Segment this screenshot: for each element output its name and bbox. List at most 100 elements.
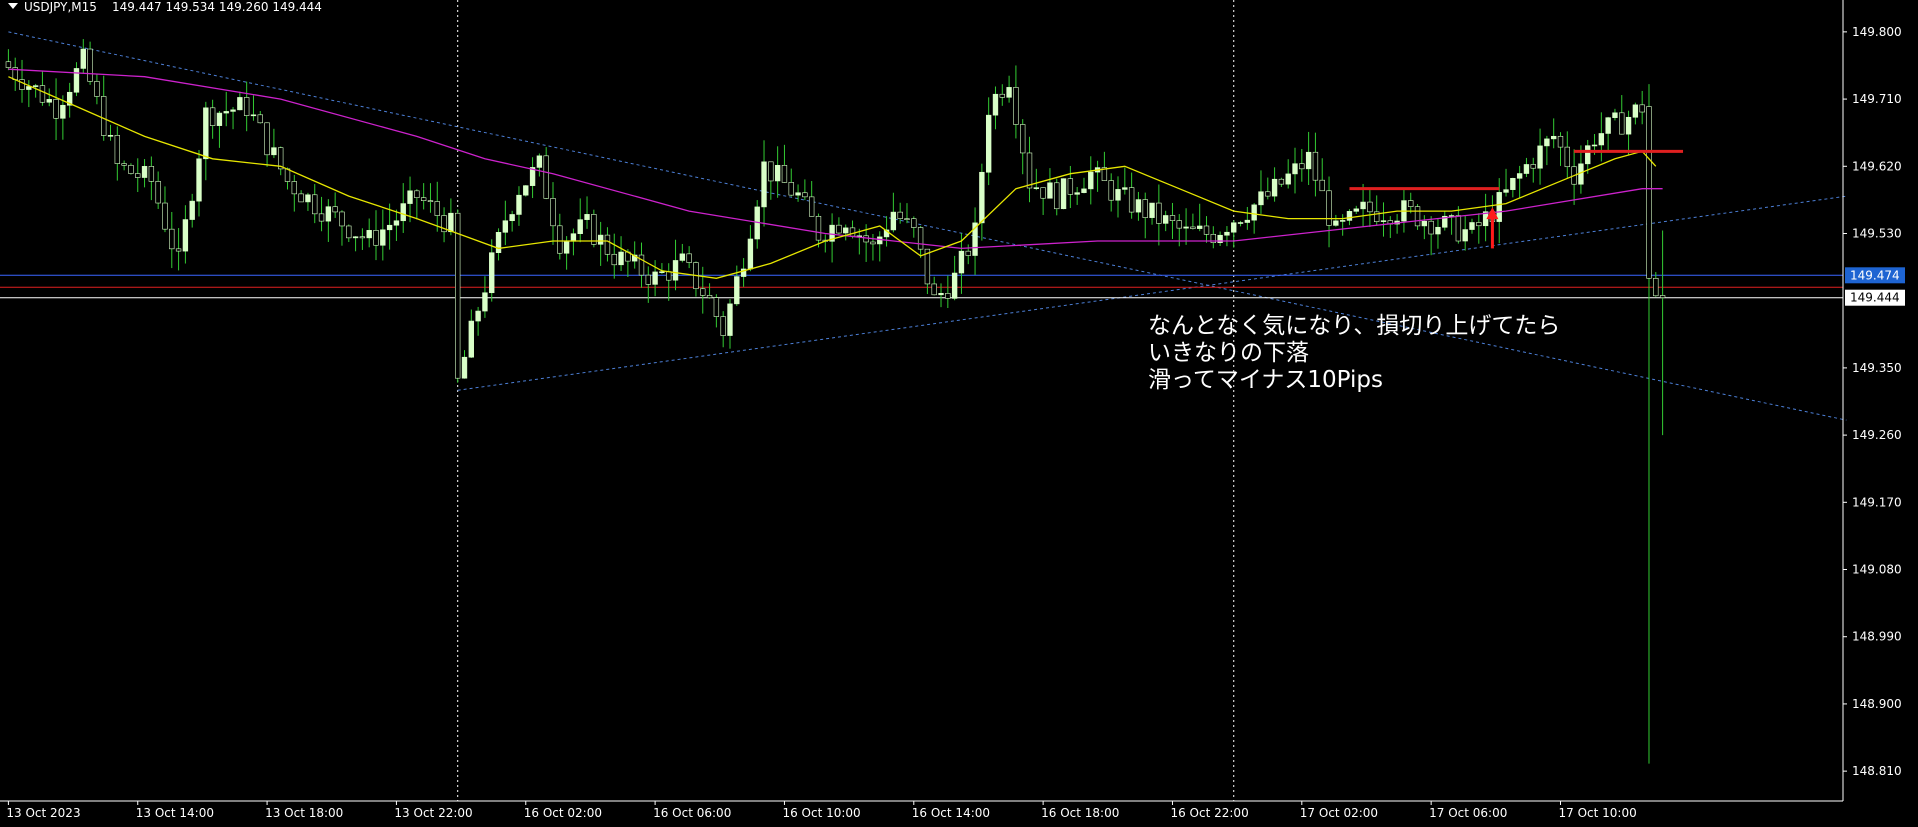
bull-candle [1598,133,1605,146]
bull-candle [216,112,223,126]
bull-candle [584,214,590,220]
bull-candle [1380,220,1387,222]
bull-candle [203,107,209,160]
bear-candle [264,122,270,156]
bear-candle [5,61,12,68]
bear-candle [808,196,815,217]
bear-candle [1530,164,1536,169]
bull-candle [890,211,897,231]
bull-candle [400,203,406,222]
bull-candle [73,68,80,93]
bull-candle [305,194,311,203]
bull-candle [747,238,754,270]
bull-candle [1523,164,1530,174]
bull-candle [1292,163,1298,175]
bull-candle [1060,178,1067,210]
bull-candle [1339,220,1346,222]
time-tick-label: 17 Oct 02:00 [1300,806,1378,820]
bull-candle [182,219,189,252]
price-badge-label-blue: 149.474 [1850,268,1900,282]
bull-candle [951,272,958,299]
bull-candle [761,161,767,208]
bull-candle [366,230,372,239]
bull-candle [495,232,502,254]
bull-candle [1122,187,1128,190]
bear-candle [1067,178,1074,195]
bear-candle [1312,151,1319,181]
bear-candle [1659,295,1666,299]
bull-candle [843,227,849,234]
bear-candle [999,93,1005,98]
bear-candle [175,248,182,252]
bull-candle [1231,222,1237,233]
bear-candle [604,234,611,255]
bull-candle [1496,192,1502,222]
bear-candle [455,212,461,379]
bull-candle [1346,211,1353,221]
bull-candle [523,185,529,196]
bull-candle [516,194,522,215]
bull-candle [1006,87,1012,98]
bull-candle [407,190,413,204]
bear-candle [346,225,352,239]
bull-candle [386,224,393,231]
bull-candle [1516,173,1523,179]
bull-candle [1469,222,1475,230]
bull-candle [1047,182,1053,199]
bear-candle [1564,146,1570,168]
bear-candle [802,192,808,198]
bear-candle [768,161,774,182]
bull-candle [734,276,740,305]
bear-candle [128,164,134,174]
bear-candle [1326,190,1332,226]
bear-candle [1408,200,1414,207]
bull-candle [189,200,195,220]
time-tick-label: 17 Oct 10:00 [1558,806,1636,820]
bull-candle [1591,144,1598,147]
bear-candle [1455,215,1462,242]
bull-candle [938,293,944,296]
bear-candle [373,230,379,246]
bull-candle [1285,173,1291,185]
bear-candle [1265,191,1271,197]
bear-candle [1639,104,1645,113]
bear-candle [700,288,706,296]
bull-candle [1537,145,1543,169]
bear-candle [148,166,155,182]
bear-candle [720,316,726,336]
bear-candle [965,250,971,256]
price-tick-label: 149.080 [1852,563,1902,577]
ohlc-readout: 149.447 149.534 149.260 149.444 [112,0,322,14]
bear-candle [1646,106,1652,279]
price-tick-label: 149.350 [1852,361,1902,375]
bull-candle [1033,187,1040,189]
bear-candle [645,274,651,285]
bull-candle [380,229,386,246]
bear-candle [1299,163,1305,170]
bear-candle [114,135,121,164]
price-chart[interactable]: 149.800 149.710 149.620 149.530 149.350 149.2… [0,0,1918,823]
bull-candle [672,260,679,281]
bear-candle [39,85,46,103]
bear-candle [1156,202,1162,224]
bear-candle [284,168,291,182]
bear-candle [836,224,842,234]
bear-candle [1557,135,1564,148]
bull-candle [1421,220,1428,227]
bull-candle [577,219,583,234]
price-tick-label: 149.260 [1852,428,1902,442]
bull-candle [1353,208,1359,212]
chart-window[interactable]: 149.800 149.710 149.620 149.530 149.350 149.2… [0,0,1918,823]
bull-candle [60,104,66,119]
bull-candle [659,271,665,273]
bear-candle [318,213,325,222]
bear-candle [1020,124,1026,154]
bear-candle [169,228,175,250]
bull-candle [1183,226,1189,229]
bear-candle [781,164,788,183]
bear-candle [706,295,713,299]
time-tick-label: 13 Oct 2023 [6,806,80,820]
bull-candle [1135,199,1142,213]
bear-candle [1040,187,1046,199]
time-tick-label: 16 Oct 22:00 [1170,806,1248,820]
